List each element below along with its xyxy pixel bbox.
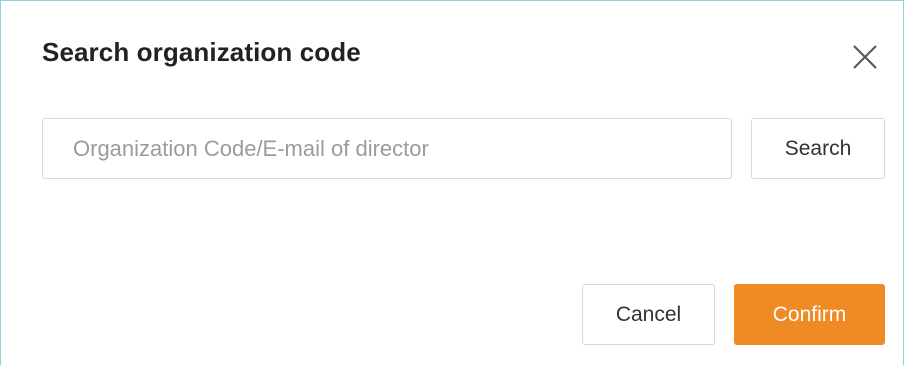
- close-button[interactable]: [847, 39, 883, 75]
- search-button[interactable]: Search: [751, 118, 885, 179]
- confirm-button[interactable]: Confirm: [734, 284, 885, 345]
- close-icon: [853, 45, 877, 69]
- organization-search-input[interactable]: [42, 118, 732, 179]
- cancel-button[interactable]: Cancel: [582, 284, 715, 345]
- dialog-title: Search organization code: [42, 37, 361, 67]
- search-organization-dialog: Search organization code Search Cancel C…: [0, 0, 904, 365]
